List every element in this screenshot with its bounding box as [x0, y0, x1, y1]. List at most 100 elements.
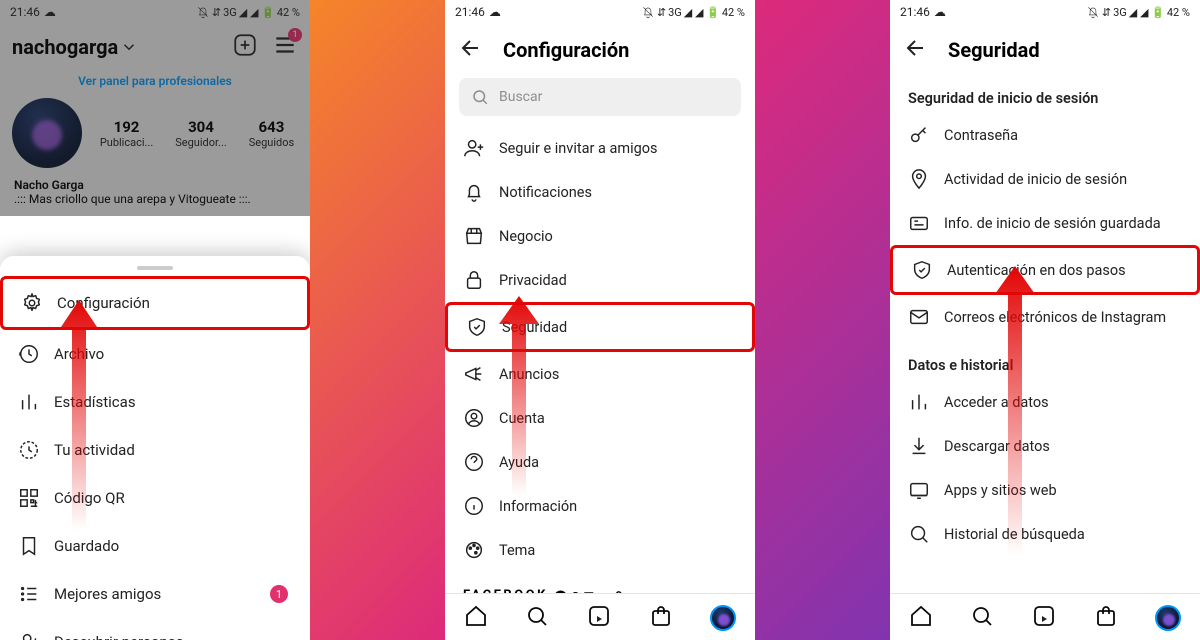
- nav-search[interactable]: [525, 604, 549, 632]
- bottom-sheet: Configuración Archivo Estadísticas Tu ac…: [0, 256, 310, 640]
- nav-shop[interactable]: [649, 604, 673, 632]
- menu-label: Configuración: [57, 294, 150, 312]
- archive-icon: [18, 343, 40, 365]
- shop-icon: [463, 225, 485, 247]
- menu-item-account[interactable]: Cuenta: [445, 396, 755, 440]
- phone-config: 21:46 ☁ ⇵3G ◢ ◢ 🔋42 % Configuración Busc…: [445, 0, 755, 640]
- menu-item-card[interactable]: Info. de inicio de sesión guardada: [890, 201, 1200, 245]
- menu-label: Descubrir personas: [54, 633, 184, 640]
- menu-label: Contraseña: [944, 127, 1018, 144]
- card-icon: [908, 212, 930, 234]
- mail-icon: [908, 306, 930, 328]
- stat[interactable]: 304Seguidor...: [175, 118, 227, 149]
- adduser-icon: [463, 137, 485, 159]
- activity-icon: [18, 439, 40, 461]
- sheet-handle[interactable]: [137, 266, 173, 270]
- menu-label: Info. de inicio de sesión guardada: [944, 215, 1161, 232]
- menu-label: Descargar datos: [944, 438, 1050, 455]
- menu-item-shield[interactable]: Seguridad: [445, 302, 755, 352]
- megaphone-icon: [463, 363, 485, 385]
- menu-item-adduser[interactable]: Seguir e invitar a amigos: [445, 126, 755, 170]
- bio: Nacho Garga .::: Mas criollo que una are…: [12, 168, 298, 216]
- back-icon[interactable]: [459, 36, 483, 64]
- avatar[interactable]: [12, 98, 82, 168]
- nav-home[interactable]: [909, 604, 933, 632]
- menu-item-shield[interactable]: Autenticación en dos pasos: [890, 245, 1200, 295]
- page-title: Configuración: [503, 38, 629, 62]
- facebook-heading: FACEBOOK ⬤ ◉ ✉ ⚬ ☍: [445, 572, 755, 593]
- create-icon[interactable]: [232, 32, 258, 62]
- nav-home[interactable]: [464, 604, 488, 632]
- menu-item-download[interactable]: Descargar datos: [890, 424, 1200, 468]
- menu-label: Estadísticas: [54, 393, 136, 411]
- nav-profile[interactable]: [1155, 605, 1181, 631]
- menu-item-megaphone[interactable]: Anuncios: [445, 352, 755, 396]
- menu-label: Privacidad: [499, 272, 567, 289]
- key-icon: [908, 124, 930, 146]
- menu-item-qr[interactable]: Código QR: [0, 474, 310, 522]
- menu-label: Código QR: [54, 489, 125, 507]
- phone-profile: 21:46 ☁ ⇵3G ◢ ◢ 🔋42 % nachogarga 1 Ver p…: [0, 0, 310, 640]
- menu-item-bell[interactable]: Notificaciones: [445, 170, 755, 214]
- apps-icon: [908, 479, 930, 501]
- menu-item-lock[interactable]: Privacidad: [445, 258, 755, 302]
- stat[interactable]: 643Seguidos: [249, 118, 294, 149]
- nav-reels[interactable]: [1032, 604, 1056, 632]
- menu-icon[interactable]: 1: [272, 32, 298, 62]
- menu-item-activity[interactable]: Tu actividad: [0, 426, 310, 474]
- theme-icon: [463, 539, 485, 561]
- status-bar: 21:46 ☁ ⇵3G ◢ ◢ 🔋42 %: [445, 0, 755, 24]
- section-login-security: Seguridad de inicio de sesión: [890, 72, 1200, 113]
- menu-label: Seguir e invitar a amigos: [499, 140, 658, 157]
- search-input[interactable]: Buscar: [459, 78, 741, 116]
- menu-label: Guardado: [54, 537, 119, 555]
- account-icon: [463, 407, 485, 429]
- status-bar: 21:46 ☁ ⇵3G ◢ ◢ 🔋42 %: [0, 0, 310, 24]
- menu-label: Seguridad: [502, 319, 567, 336]
- phone-security: 21:46 ☁ ⇵3G ◢ ◢ 🔋42 % Seguridad Segurida…: [890, 0, 1200, 640]
- menu-label: Notificaciones: [499, 184, 592, 201]
- menu-item-info[interactable]: Información: [445, 484, 755, 528]
- menu-item-adduser[interactable]: Descubrir personas: [0, 618, 310, 640]
- menu-item-theme[interactable]: Tema: [445, 528, 755, 572]
- menu-label: Autenticación en dos pasos: [947, 262, 1126, 279]
- pro-dashboard-link[interactable]: Ver panel para profesionales: [12, 62, 298, 98]
- menu-item-shop[interactable]: Negocio: [445, 214, 755, 258]
- back-icon[interactable]: [904, 36, 928, 64]
- menu-label: Información: [499, 498, 577, 515]
- menu-item-pin[interactable]: Actividad de inicio de sesión: [890, 157, 1200, 201]
- nav-profile[interactable]: [710, 605, 736, 631]
- menu-item-apps[interactable]: Apps y sitios web: [890, 468, 1200, 512]
- section-data-history: Datos e historial: [890, 339, 1200, 380]
- menu-item-list[interactable]: Mejores amigos1: [0, 570, 310, 618]
- adduser-icon: [18, 631, 40, 640]
- pin-icon: [908, 168, 930, 190]
- menu-item-stats[interactable]: Acceder a datos: [890, 380, 1200, 424]
- menu-item-save[interactable]: Guardado: [0, 522, 310, 570]
- info-icon: [463, 495, 485, 517]
- menu-item-mail[interactable]: Correos electrónicos de Instagram: [890, 295, 1200, 339]
- menu-item-archive[interactable]: Archivo: [0, 330, 310, 378]
- menu-label: Apps y sitios web: [944, 482, 1057, 499]
- qr-icon: [18, 487, 40, 509]
- username[interactable]: nachogarga: [12, 35, 138, 59]
- menu-item-help[interactable]: Ayuda: [445, 440, 755, 484]
- stats-icon: [908, 391, 930, 413]
- stat[interactable]: 192Publicaci...: [100, 118, 153, 149]
- menu-label: Actividad de inicio de sesión: [944, 171, 1127, 188]
- nav-search[interactable]: [970, 604, 994, 632]
- menu-label: Archivo: [54, 345, 104, 363]
- save-icon: [18, 535, 40, 557]
- menu-item-search[interactable]: Historial de búsqueda: [890, 512, 1200, 556]
- page-title: Seguridad: [948, 38, 1040, 62]
- status-bar: 21:46 ☁ ⇵3G ◢ ◢ 🔋42 %: [890, 0, 1200, 24]
- nav-reels[interactable]: [587, 604, 611, 632]
- menu-label: Historial de búsqueda: [944, 526, 1085, 543]
- menu-item-gear[interactable]: Configuración: [0, 276, 310, 330]
- menu-item-key[interactable]: Contraseña: [890, 113, 1200, 157]
- nav-shop[interactable]: [1094, 604, 1118, 632]
- menu-item-stats[interactable]: Estadísticas: [0, 378, 310, 426]
- menu-label: Anuncios: [499, 366, 559, 383]
- menu-label: Tu actividad: [54, 441, 135, 459]
- menu-label: Tema: [499, 542, 535, 559]
